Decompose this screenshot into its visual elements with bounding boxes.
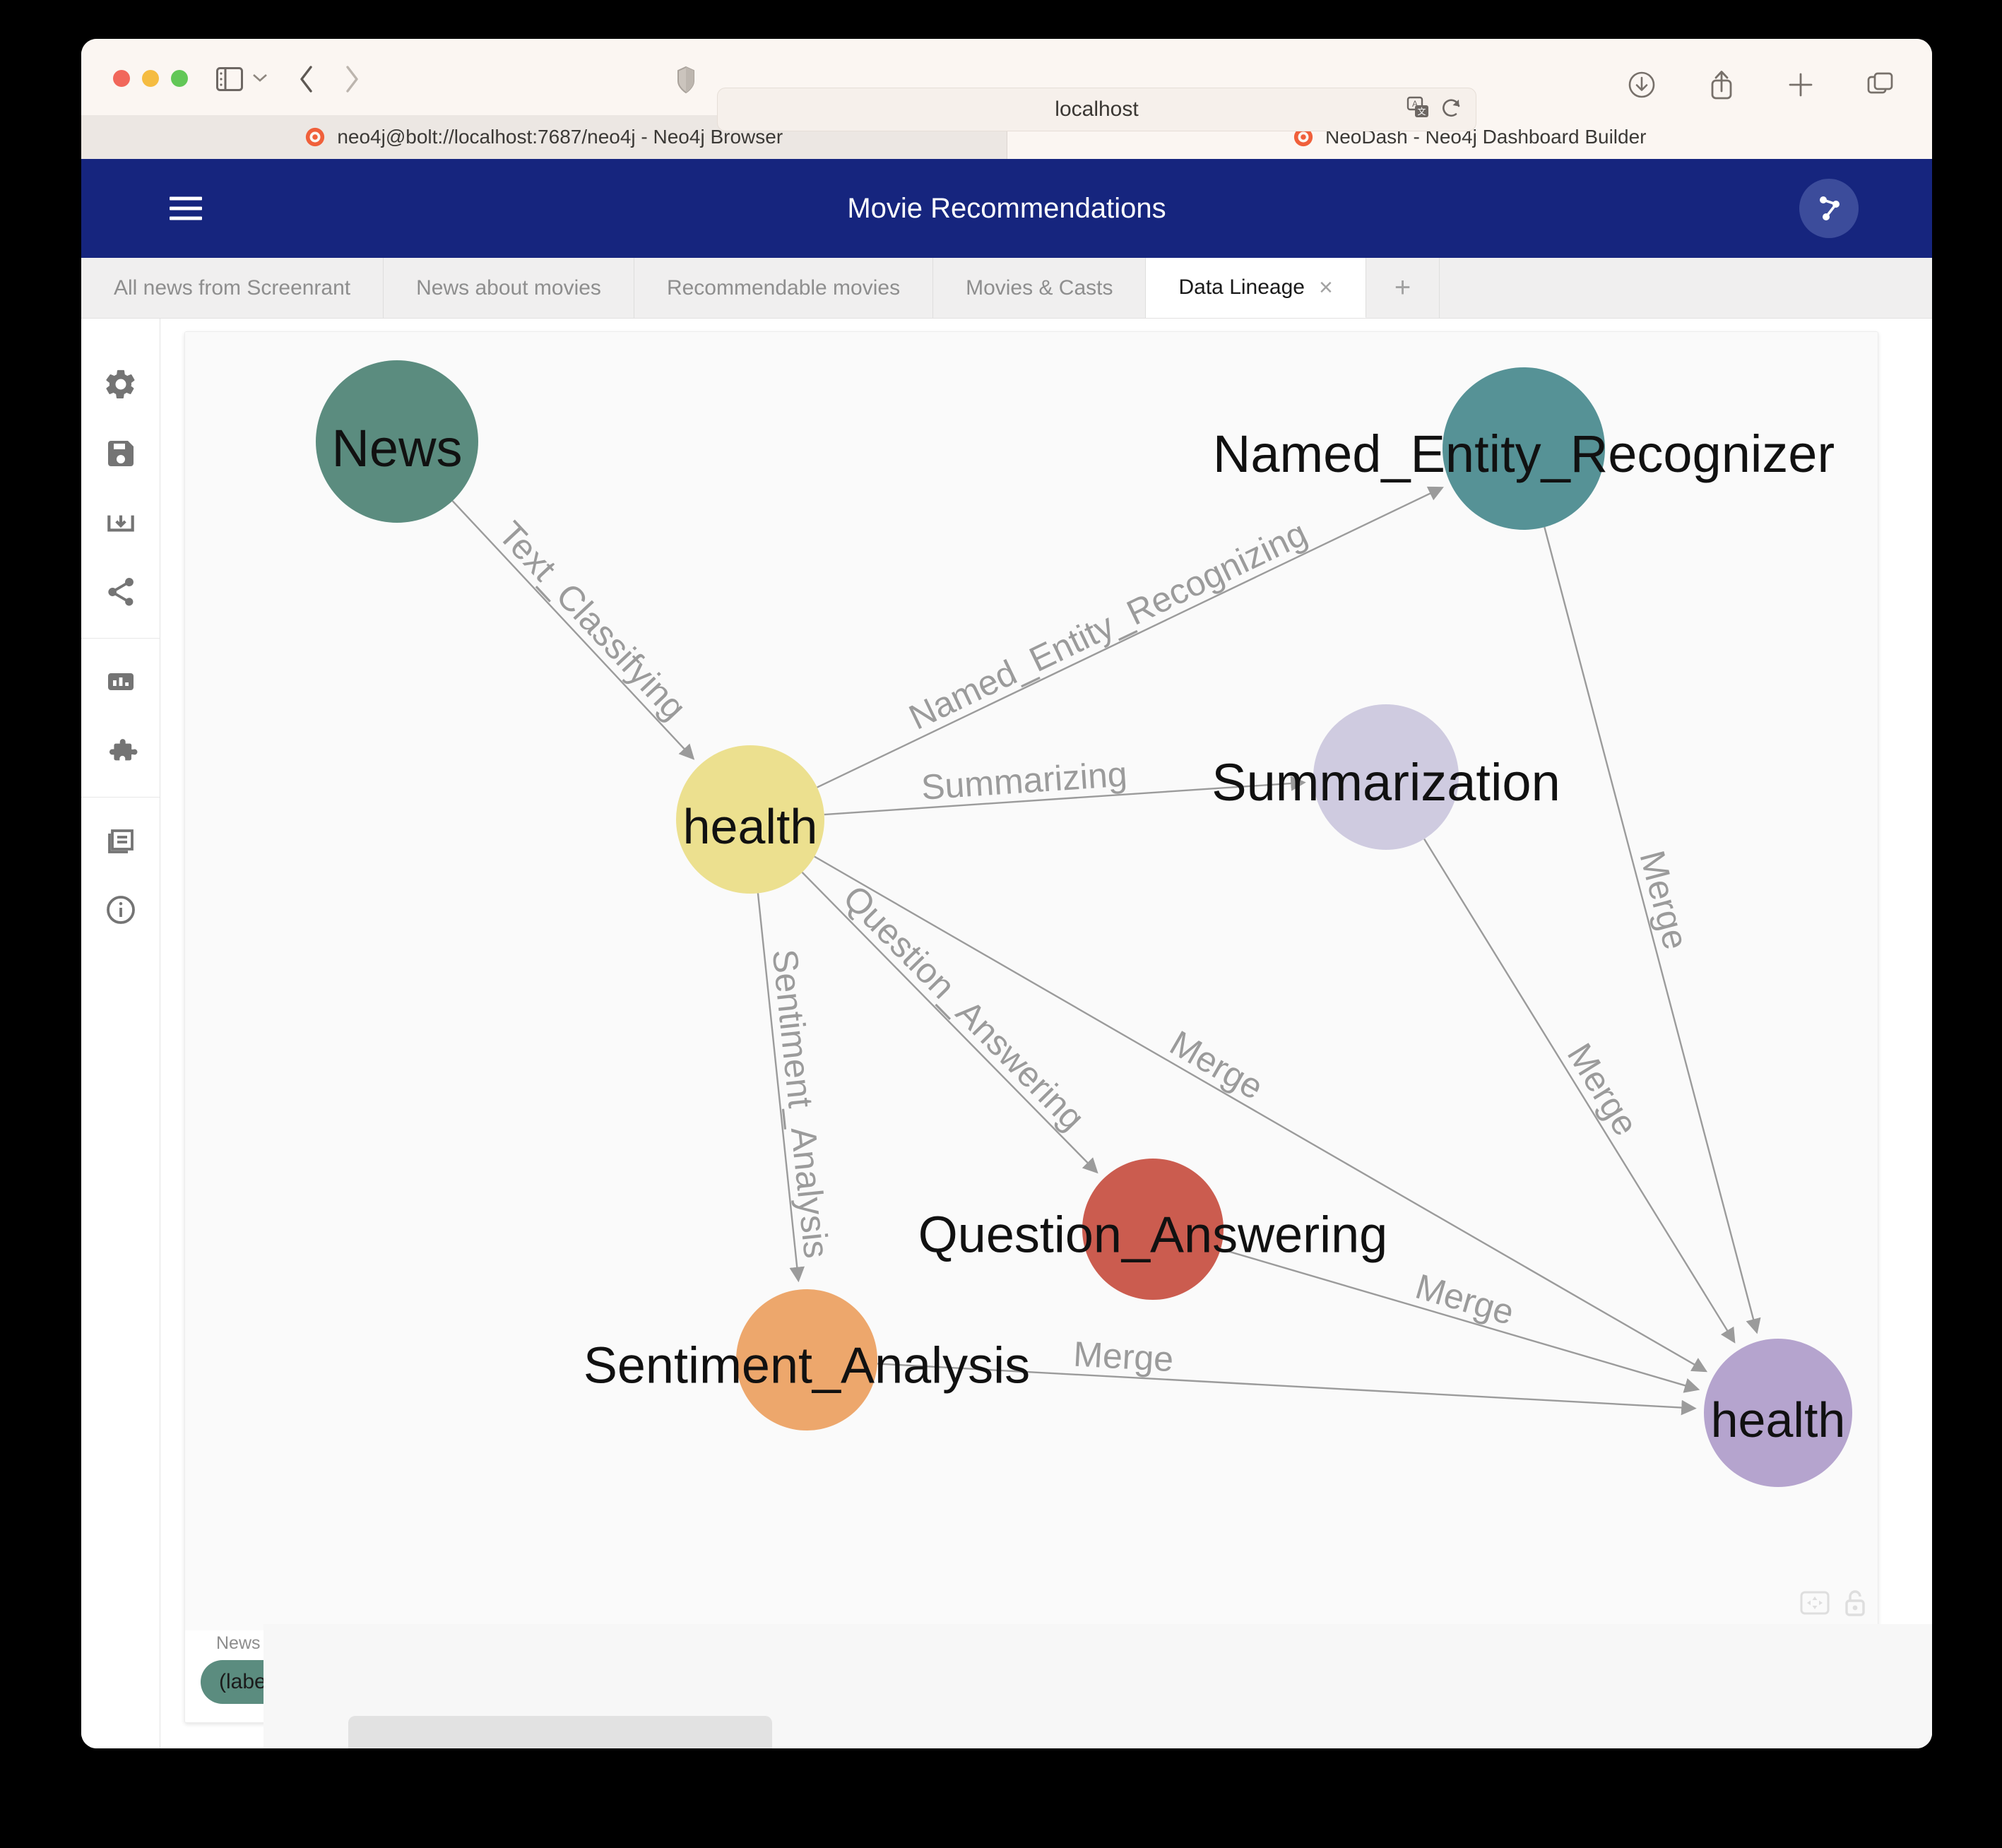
tab-label: Recommendable movies	[666, 276, 901, 300]
edge-label: Text_Classifying	[491, 514, 694, 727]
shield-icon[interactable]	[673, 66, 699, 94]
edge-label: Merge	[1632, 846, 1695, 953]
sidebar-group-dashboard	[81, 341, 160, 638]
url-text: localhost	[1055, 97, 1139, 121]
sidebar-item-save[interactable]	[81, 420, 160, 490]
dashboard-canvas: Text_Classifying Named_Entity_Recognizing…	[160, 319, 1932, 1748]
forward-arrow-icon[interactable]	[337, 64, 367, 94]
fullscreen-icon[interactable]	[1800, 1591, 1830, 1618]
graph-report-card: Text_Classifying Named_Entity_Recognizing…	[184, 331, 1878, 1723]
graph-edge[interactable]	[801, 872, 1098, 1174]
legend-label: News	[216, 1633, 261, 1653]
tab-all-news-from-screenrant[interactable]: All news from Screenrant	[81, 258, 384, 318]
graph-node-label: News	[331, 419, 462, 478]
extensions-puzzle-icon	[103, 733, 138, 772]
sidebar-item-share[interactable]	[81, 559, 160, 628]
edge-label: Merge	[1560, 1036, 1646, 1142]
edge-label: Sentiment_Analysis	[765, 947, 836, 1260]
toolbar-actions	[1627, 69, 1895, 105]
tab-movies-and-casts[interactable]: Movies & Casts	[933, 258, 1147, 318]
neo4j-logo-icon[interactable]	[1799, 179, 1859, 238]
address-bar[interactable]: localhost A文	[717, 88, 1476, 131]
graph-edge[interactable]	[1544, 526, 1761, 1334]
close-icon[interactable]: ×	[1319, 276, 1333, 300]
tab-label: Data Lineage	[1178, 276, 1305, 299]
app-body: Text_Classifying Named_Entity_Recognizing…	[81, 319, 1932, 1748]
tab-label: News about movies	[416, 276, 601, 300]
sidebar-item-extensions[interactable]	[81, 718, 160, 787]
edge-label: Merge	[1163, 1023, 1270, 1107]
share-icon[interactable]	[1707, 69, 1736, 105]
reload-icon[interactable]	[1440, 97, 1463, 123]
graph-node-label: Summarization	[1212, 753, 1560, 812]
browser-toolbar: localhost A文	[81, 39, 1932, 131]
about-info-icon	[104, 893, 138, 930]
close-window-button[interactable]	[113, 70, 130, 87]
neodash-app: Movie Recommendations All news from Scre…	[81, 159, 1932, 1748]
edge-label: Question_Answering	[836, 877, 1092, 1137]
tab-label: Movies & Casts	[966, 276, 1113, 300]
dashboard-tabbar: All news from Screenrant News about movi…	[81, 258, 1932, 319]
svg-text:文: 文	[1417, 106, 1426, 117]
maximize-window-button[interactable]	[171, 70, 188, 87]
graph-node-label: health	[1711, 1392, 1846, 1447]
sidebar-item-about[interactable]	[81, 877, 160, 946]
edge-label: Named_Entity_Recognizing	[903, 513, 1313, 737]
graph-node-label: Question_Answering	[918, 1207, 1387, 1263]
app-header: Movie Recommendations	[81, 159, 1932, 258]
left-sidebar	[81, 319, 160, 1748]
tab-news-about-movies[interactable]: News about movies	[384, 258, 634, 318]
graph-node-label: Sentiment_Analysis	[584, 1337, 1030, 1394]
settings-icon	[103, 367, 138, 405]
edge-label: Merge	[1411, 1267, 1519, 1333]
graph-node-label: Named_Entity_Recognizer	[1213, 425, 1835, 483]
next-card-placeholder	[348, 1716, 772, 1748]
sidebar-item-documentation[interactable]	[81, 807, 160, 877]
sidebar-item-settings[interactable]	[81, 351, 160, 420]
page-title: Movie Recommendations	[847, 192, 1166, 224]
tab-overview-icon[interactable]	[1866, 70, 1895, 103]
graph-edge[interactable]	[1220, 1248, 1700, 1393]
edge-label: Merge	[1072, 1334, 1175, 1380]
translate-icon[interactable]: A文	[1406, 96, 1431, 124]
graph-visualization[interactable]: Text_Classifying Named_Entity_Recognizing…	[185, 332, 1878, 1632]
neo4j-favicon-icon	[306, 127, 325, 147]
plus-icon: +	[1394, 272, 1411, 303]
graph-node-label: health	[683, 799, 818, 854]
tab-recommendable-movies[interactable]: Recommendable movies	[634, 258, 934, 318]
sidebar-item-report[interactable]	[81, 648, 160, 718]
graph-edge[interactable]	[451, 500, 695, 760]
tab-label: All news from Screenrant	[114, 276, 351, 300]
back-arrow-icon[interactable]	[292, 64, 321, 94]
tab-data-lineage[interactable]: Data Lineage ×	[1146, 258, 1366, 318]
save-icon	[104, 437, 138, 474]
sidebar-group-tools	[81, 638, 160, 797]
chevron-down-icon[interactable]	[252, 73, 268, 83]
hamburger-icon[interactable]	[170, 191, 202, 227]
sidebar-icon[interactable]	[214, 66, 245, 93]
unlock-icon[interactable]	[1842, 1589, 1868, 1621]
documentation-icon	[104, 824, 138, 861]
edge-label: Summarizing	[920, 754, 1128, 807]
safari-window: localhost A文 neo4j@bolt://localhost:7687…	[81, 39, 1932, 1748]
add-tab-button[interactable]: +	[1366, 258, 1440, 318]
download-icon	[103, 505, 138, 544]
browser-tab-title: neo4j@bolt://localhost:7687/neo4j - Neo4…	[337, 126, 783, 148]
window-controls	[113, 70, 188, 87]
card-tools	[1800, 1589, 1868, 1621]
sidebar-group-help	[81, 797, 160, 956]
sidebar-item-load[interactable]	[81, 490, 160, 559]
download-icon[interactable]	[1627, 70, 1657, 103]
plus-icon[interactable]	[1787, 71, 1815, 102]
minimize-window-button[interactable]	[142, 70, 159, 87]
share-icon	[104, 575, 138, 612]
report-chart-icon	[104, 665, 138, 702]
graph-edge[interactable]	[814, 855, 1708, 1373]
